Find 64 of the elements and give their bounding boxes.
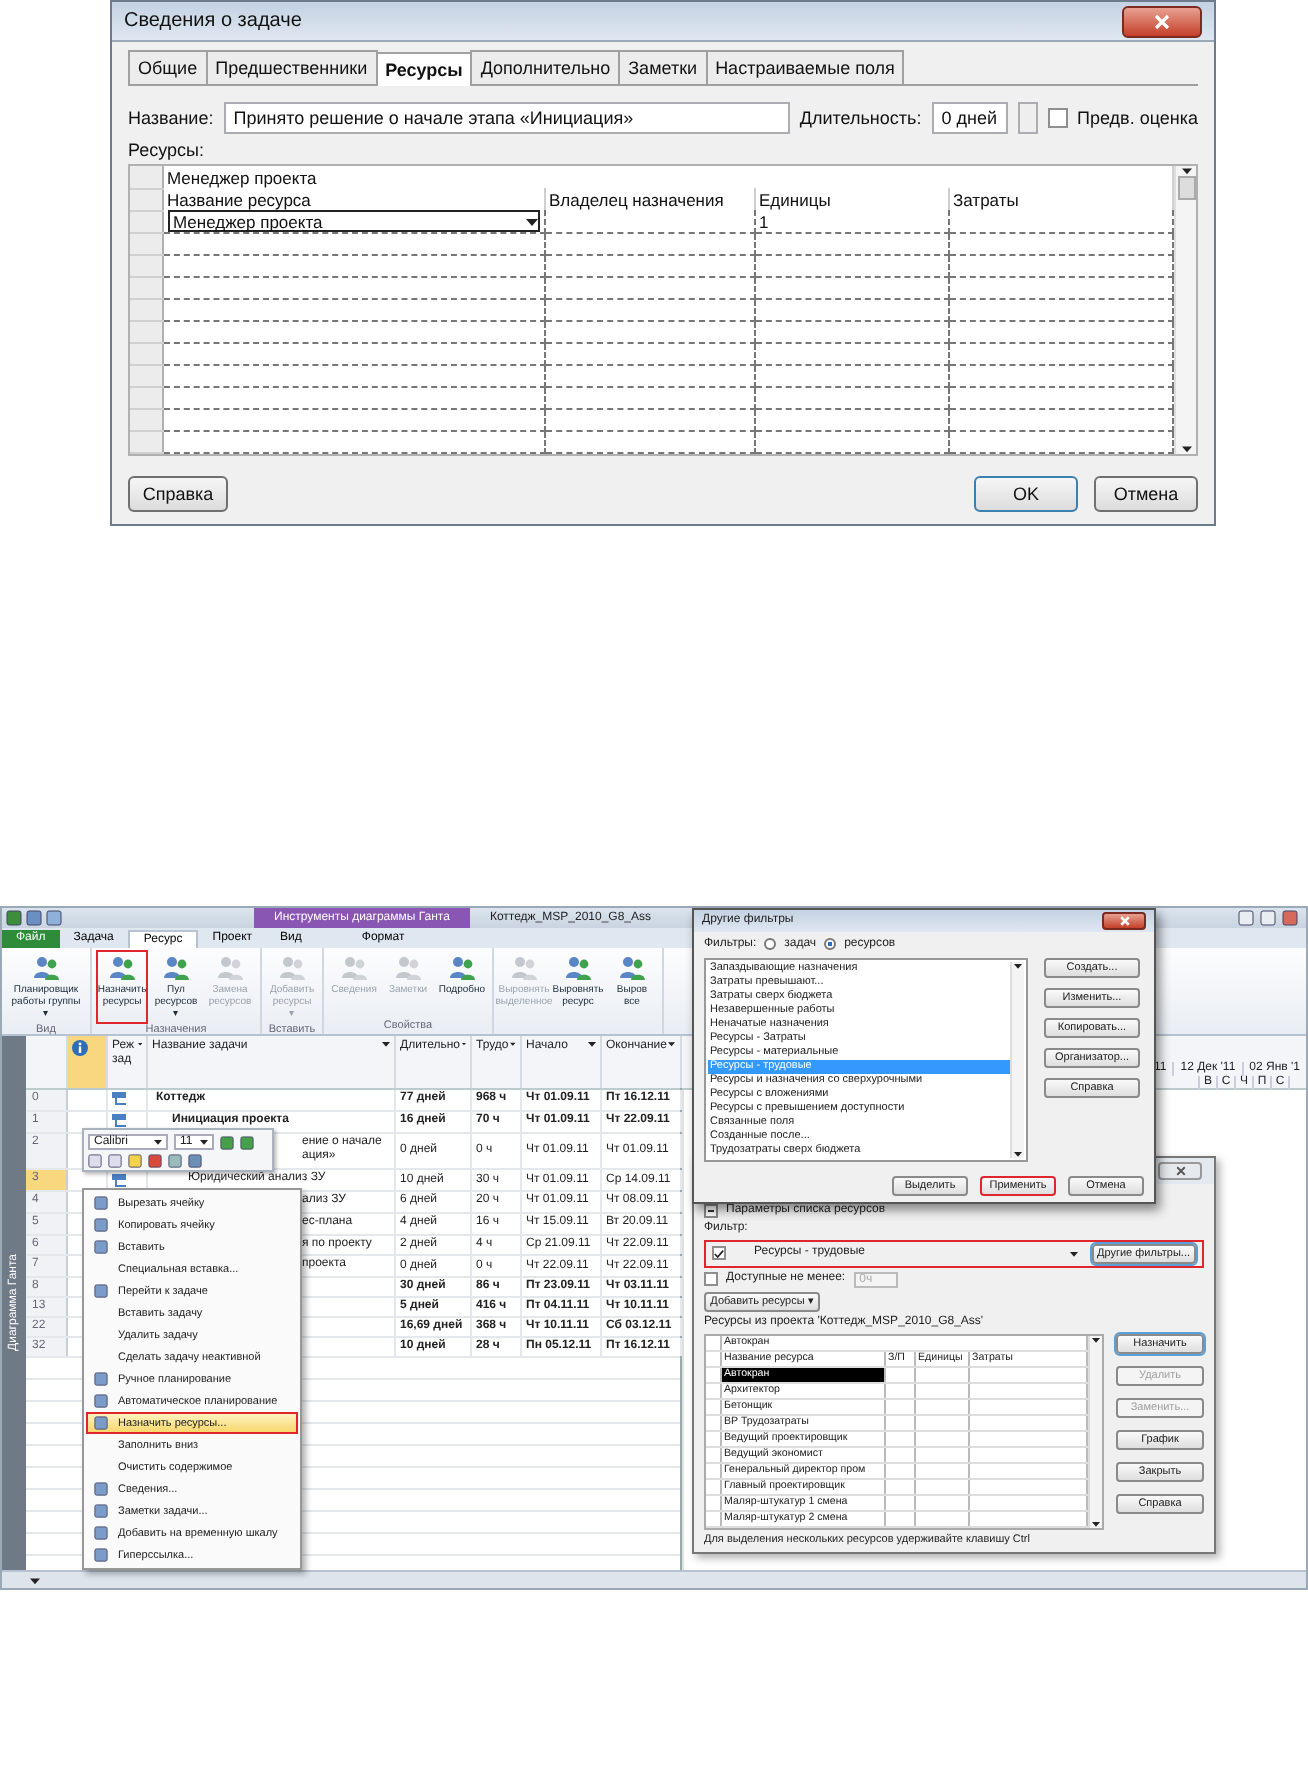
tab[interactable]: Заметки	[618, 50, 708, 84]
dropdown-icon	[510, 1040, 516, 1048]
cancel-button[interactable]: Отмена	[1094, 476, 1198, 512]
caret-icon	[525, 215, 537, 227]
people-icon	[510, 954, 538, 982]
radio-button[interactable]	[764, 938, 777, 951]
caret-icon	[1069, 1249, 1077, 1258]
people-icon	[32, 954, 60, 982]
check-icon	[714, 1247, 724, 1260]
dropdown-icon	[154, 1138, 162, 1146]
tab[interactable]: Общие	[128, 50, 208, 84]
task-mode-icon	[112, 1173, 128, 1188]
help-button[interactable]: Справка	[128, 476, 228, 512]
resource-dropdown[interactable]: Менеджер проекта	[162, 210, 544, 233]
dropdown-icon	[382, 1040, 390, 1048]
scroll-up-icon	[1092, 1335, 1100, 1344]
people-icon	[618, 954, 646, 982]
tab[interactable]: Дополнительно	[470, 50, 621, 84]
close-button[interactable]	[1122, 5, 1202, 37]
scrollbar[interactable]	[1174, 166, 1196, 454]
dropdown-icon	[200, 1138, 208, 1146]
scroll-up-icon	[1014, 961, 1022, 970]
column-header: Затраты	[948, 188, 1173, 210]
people-icon	[162, 954, 190, 982]
people-icon	[564, 954, 592, 982]
field-label: Длительность:	[799, 108, 922, 128]
scroll-down-icon	[1014, 1149, 1022, 1158]
scrollbar[interactable]	[1088, 1335, 1102, 1528]
scroll-down-icon	[1181, 444, 1191, 454]
scroll-down-icon	[1092, 1519, 1100, 1528]
collapse-icon[interactable]	[704, 1203, 718, 1218]
info-icon	[72, 1040, 88, 1056]
checkbox[interactable]	[712, 1246, 726, 1261]
dialog-title: Сведения о задаче	[124, 10, 302, 32]
tab[interactable]: Ресурсы	[375, 52, 473, 86]
name-field[interactable]: Принято решение о начале этапа «Инициация»	[223, 102, 790, 134]
people-icon	[278, 954, 306, 982]
task-mode-icon	[112, 1114, 128, 1129]
tab[interactable]: Настраиваемые поля	[705, 50, 905, 84]
people-icon	[340, 954, 368, 982]
column-header: Название ресурса	[162, 188, 544, 210]
people-icon	[216, 954, 244, 982]
field-label: Название:	[128, 108, 214, 128]
column-header: Единицы	[754, 188, 948, 210]
people-icon	[448, 954, 476, 982]
people-icon	[394, 954, 422, 982]
radio-button[interactable]	[824, 938, 837, 951]
scroll-thumb[interactable]	[1177, 176, 1195, 200]
task-mode-icon	[112, 1092, 128, 1107]
people-icon	[108, 954, 136, 982]
scroll-left-icon	[30, 1575, 40, 1585]
scrollbar[interactable]	[1010, 961, 1024, 1158]
tab[interactable]: Предшественники	[205, 50, 378, 84]
close-button[interactable]	[1158, 1161, 1202, 1180]
table-cell: 1	[754, 210, 948, 233]
dropdown-icon	[588, 1040, 596, 1048]
duration-field[interactable]: 0 дней	[931, 102, 1007, 134]
field-label: Ресурсы:	[128, 140, 204, 160]
checkbox-label: Предв. оценка	[1077, 108, 1198, 128]
close-button[interactable]	[1102, 912, 1146, 930]
checkbox[interactable]	[1047, 108, 1067, 128]
ok-button[interactable]: OK	[974, 476, 1078, 512]
dropdown-icon	[668, 1040, 676, 1048]
column-header: Владелец назначения	[544, 188, 754, 210]
